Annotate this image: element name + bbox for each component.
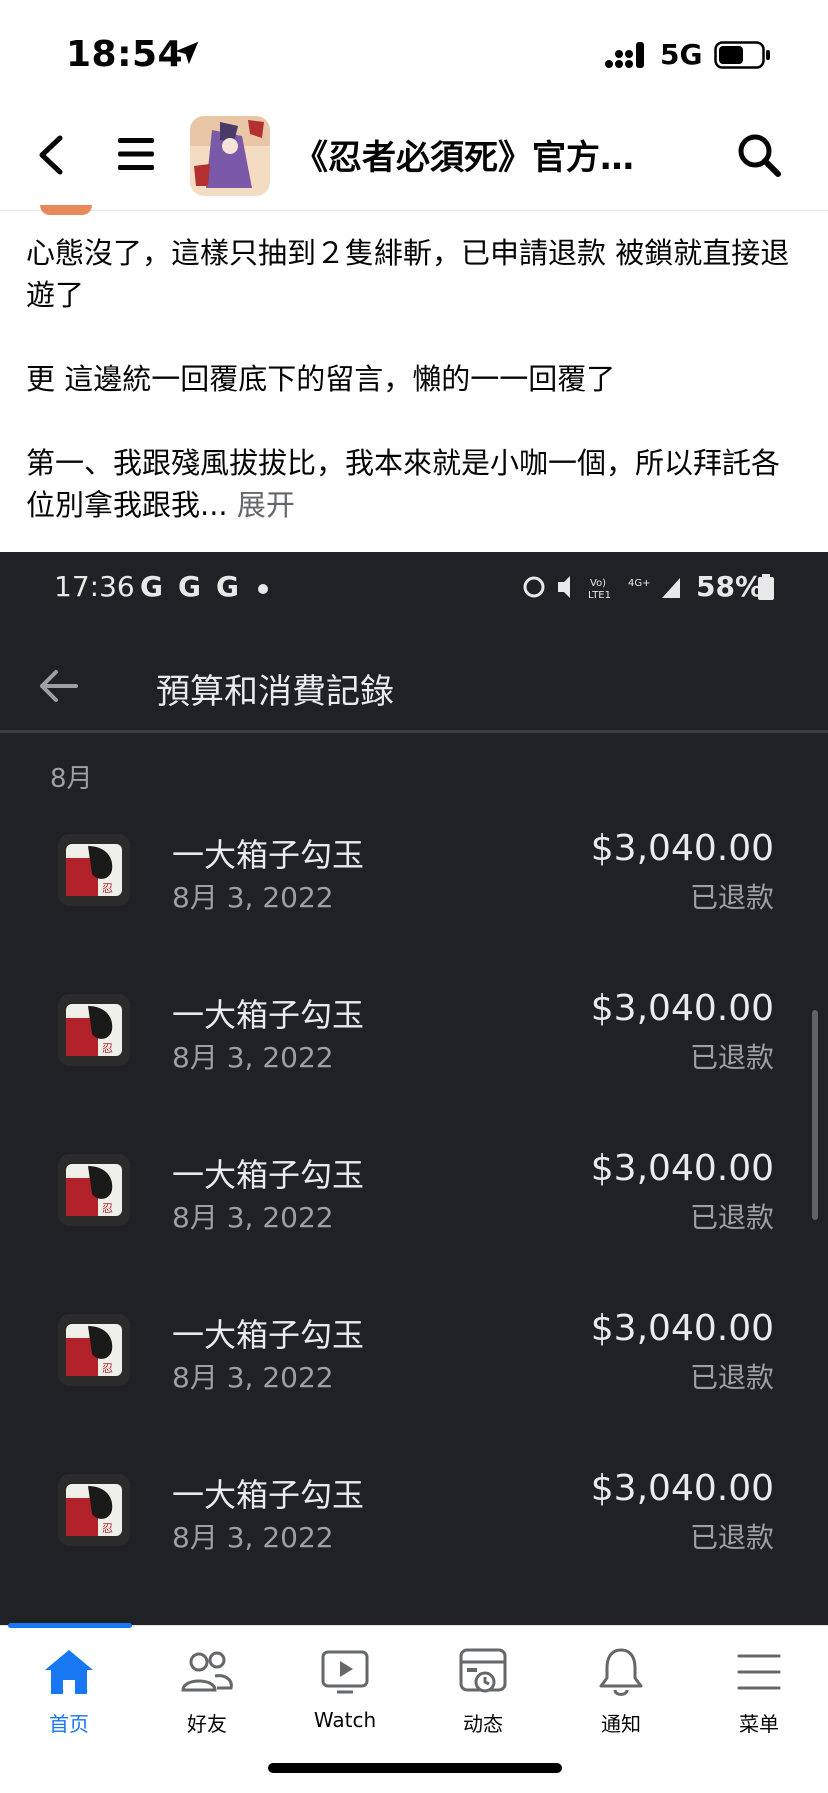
- google-g-icon: G: [178, 570, 201, 603]
- tab-label: 通知: [601, 1712, 641, 1736]
- purchase-amount: $3,040.00: [590, 988, 774, 1029]
- refund-status: 已退款: [689, 881, 774, 914]
- svg-text:忍: 忍: [102, 1362, 113, 1375]
- active-tab-indicator: [8, 1623, 132, 1628]
- group-avatar[interactable]: [190, 116, 270, 196]
- app-icon: 忍: [58, 834, 130, 906]
- tab-label: 菜单: [739, 1712, 779, 1736]
- scrollbar[interactable]: [812, 1010, 818, 1220]
- svg-text:忍: 忍: [102, 1042, 113, 1055]
- status-time: 18:54: [66, 34, 184, 75]
- menu-icon: [737, 1654, 781, 1690]
- post-paragraph: 心態沒了，這樣只抽到２隻緋斬，已申請退款 被鎖就直接退遊了: [26, 236, 790, 312]
- google-g-icon: G: [216, 570, 239, 603]
- bell-icon: [599, 1648, 643, 1696]
- search-icon[interactable]: [734, 130, 784, 180]
- home-indicator: [268, 1763, 562, 1773]
- post-paragraph-text: 第一、我跟殘風拔拔比，我本來就是小咖一個，所以拜託各位別拿我跟我...: [26, 446, 781, 522]
- embedded-app-bar: 預算和消費記錄: [0, 644, 828, 728]
- refund-status: 已退款: [689, 1041, 774, 1074]
- transaction-row[interactable]: 忍 一大箱子勾玉 8月 3, 2022 $3,040.00 已退款: [0, 800, 828, 930]
- svg-text:忍: 忍: [102, 882, 113, 895]
- app-icon: 忍: [58, 994, 130, 1066]
- transaction-row[interactable]: 忍 一大箱子勾玉 8月 3, 2022 $3,040.00 已退款: [0, 960, 828, 1090]
- post-paragraph: 第一、我跟殘風拔拔比，我本來就是小咖一個，所以拜託各位別拿我跟我... 展开: [26, 442, 796, 526]
- top-nav-bar: 《忍者必須死》官方…: [0, 100, 828, 211]
- purchase-date: 8月 3, 2022: [172, 881, 334, 914]
- purchase-date: 8月 3, 2022: [172, 1361, 334, 1394]
- see-more-link[interactable]: 展开: [237, 488, 295, 522]
- tab-home[interactable]: 首页: [0, 1644, 138, 1744]
- svg-text:忍: 忍: [102, 1522, 113, 1535]
- item-name: 一大箱子勾玉: [172, 1156, 365, 1194]
- status-bar: 18:54 5G: [0, 0, 828, 100]
- android-status-icons: Vo) LTE1 4G+: [523, 576, 680, 601]
- item-name: 一大箱子勾玉: [172, 836, 365, 874]
- embedded-battery-percent: 58%: [696, 570, 764, 603]
- purchase-amount: $3,040.00: [590, 1148, 774, 1189]
- tab-label: Watch: [313, 1708, 377, 1732]
- network-type: 5G: [660, 38, 703, 71]
- feed-icon: [459, 1648, 507, 1693]
- refund-status: 已退款: [689, 1521, 774, 1554]
- svg-text:4G+: 4G+: [628, 578, 651, 589]
- purchase-date: 8月 3, 2022: [172, 1041, 334, 1074]
- app-icon: 忍: [58, 1314, 130, 1386]
- page-title: 《忍者必須死》官方…: [294, 138, 634, 178]
- tab-label: 首页: [49, 1712, 89, 1736]
- post-text: 心態沒了，這樣只抽到２隻緋斬，已申請退款 被鎖就直接退遊了 更 這邊統一回覆底下…: [26, 232, 796, 526]
- notification-dot-icon: [258, 584, 268, 594]
- purchase-amount: $3,040.00: [590, 1308, 774, 1349]
- app-icon: 忍: [58, 1474, 130, 1546]
- tab-friends[interactable]: 好友: [138, 1644, 276, 1744]
- group-avatar-art-icon: [190, 116, 270, 196]
- post-paragraph: 更 這邊統一回覆底下的留言，懶的一一回覆了: [26, 362, 616, 396]
- embedded-screenshot[interactable]: 17:36 G G G Vo) LTE1 4G+ 58% 預算和消費記錄 8月 …: [0, 552, 828, 1625]
- svg-text:LTE1: LTE1: [588, 590, 611, 601]
- embedded-battery-icon: [758, 574, 774, 600]
- tab-watch[interactable]: Watch: [276, 1644, 414, 1744]
- back-chevron-icon[interactable]: [30, 130, 74, 180]
- divider: [0, 730, 828, 733]
- embedded-status-time: 17:36: [54, 570, 135, 603]
- friends-icon: [181, 1651, 233, 1692]
- transaction-row[interactable]: 忍 一大箱子勾玉 8月 3, 2022 $3,040.00 已退款: [0, 1280, 828, 1410]
- purchase-amount: $3,040.00: [590, 828, 774, 869]
- item-name: 一大箱子勾玉: [172, 1316, 365, 1354]
- purchase-date: 8月 3, 2022: [172, 1201, 334, 1234]
- home-icon: [45, 1650, 93, 1694]
- embedded-page-title: 預算和消費記錄: [156, 672, 394, 712]
- item-name: 一大箱子勾玉: [172, 1476, 365, 1514]
- back-arrow-icon[interactable]: [36, 666, 80, 706]
- tab-menu[interactable]: 菜单: [690, 1644, 828, 1744]
- svg-text:忍: 忍: [102, 1202, 113, 1215]
- tab-feeds[interactable]: 动态: [414, 1644, 552, 1744]
- tab-label: 好友: [187, 1712, 227, 1736]
- purchase-amount: $3,040.00: [590, 1468, 774, 1509]
- refund-status: 已退款: [689, 1361, 774, 1394]
- location-arrow-icon: [175, 41, 199, 65]
- transaction-row[interactable]: 忍 一大箱子勾玉 8月 3, 2022 $3,040.00 已退款: [0, 1120, 828, 1250]
- transaction-row[interactable]: 忍 一大箱子勾玉 8月 3, 2022 $3,040.00 已退款: [0, 1440, 828, 1570]
- google-g-icon: G: [140, 570, 163, 603]
- author-avatar-peek: [40, 205, 92, 215]
- tab-notifications[interactable]: 通知: [552, 1644, 690, 1744]
- cellular-signal-icon: [605, 42, 644, 68]
- hamburger-menu-icon[interactable]: [116, 134, 156, 174]
- item-name: 一大箱子勾玉: [172, 996, 365, 1034]
- tab-label: 动态: [463, 1712, 503, 1736]
- battery-icon: [714, 41, 770, 69]
- watch-icon: [321, 1650, 369, 1694]
- purchase-date: 8月 3, 2022: [172, 1521, 334, 1554]
- app-icon: 忍: [58, 1154, 130, 1226]
- refund-status: 已退款: [689, 1201, 774, 1234]
- svg-text:Vo): Vo): [590, 578, 606, 589]
- month-header: 8月: [50, 764, 93, 794]
